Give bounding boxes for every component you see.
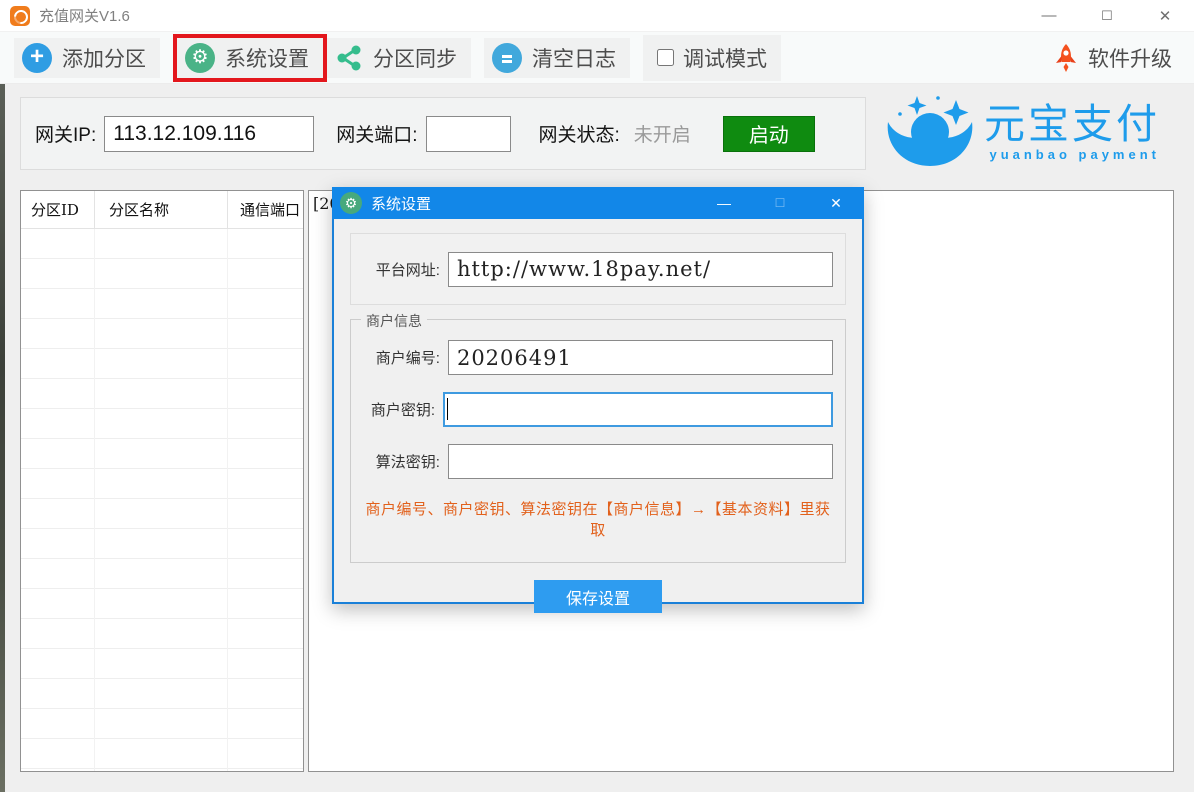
column-header-partition-name[interactable]: 分区名称 <box>94 191 227 228</box>
app-logo-icon <box>10 6 30 26</box>
merchant-id-input[interactable] <box>448 340 833 375</box>
platform-url-input[interactable] <box>448 252 833 287</box>
partition-sync-button[interactable]: 分区同步 <box>327 38 471 78</box>
dialog-title: 系统设置 <box>371 193 431 214</box>
platform-url-panel: 平台网址: <box>350 233 846 305</box>
gateway-port-input[interactable] <box>426 116 511 152</box>
brand-logo: 元宝支付 yuanbao payment <box>882 94 1160 170</box>
rocket-icon <box>1053 43 1079 73</box>
dialog-titlebar: ⚙ 系统设置 — ☐ ✕ <box>332 187 864 219</box>
add-partition-button[interactable]: + 添加分区 <box>14 38 160 78</box>
text-caret <box>447 398 448 420</box>
merchant-key-input[interactable] <box>443 392 833 427</box>
algo-key-label: 算法密钥: <box>363 451 440 472</box>
partition-sync-label: 分区同步 <box>373 43 457 73</box>
dialog-body: 平台网址: 商户信息 商户编号: 商户密钥: 算法密钥: 商户编号、商户密钥、算… <box>332 219 864 604</box>
red-highlight-rectangle: ⚙ 系统设置 <box>173 34 327 82</box>
system-settings-dialog: ⚙ 系统设置 — ☐ ✕ 平台网址: 商户信息 商户编号: 商户密钥: <box>332 187 864 604</box>
gear-icon: ⚙ <box>185 43 215 73</box>
dialog-gear-icon: ⚙ <box>340 192 362 214</box>
platform-url-label: 平台网址: <box>363 259 440 280</box>
merchant-id-label: 商户编号: <box>363 347 440 368</box>
close-icon[interactable]: ✕ <box>1136 0 1194 32</box>
merchant-info-group-title: 商户信息 <box>361 311 427 331</box>
dialog-maximize-icon[interactable]: ☐ <box>752 187 808 219</box>
dialog-minimize-icon[interactable]: — <box>696 187 752 219</box>
toolbar: + 添加分区 ⚙ 系统设置 分区同步 清空日志 调试模式 <box>0 32 1194 84</box>
save-settings-button[interactable]: 保存设置 <box>534 580 662 613</box>
window-titlebar: 充值网关V1.6 — ☐ ✕ <box>0 0 1194 32</box>
algo-key-input[interactable] <box>448 444 833 479</box>
start-button[interactable]: 启动 <box>723 116 815 152</box>
software-upgrade-button[interactable]: 软件升级 <box>1045 38 1180 78</box>
gateway-status-value: 未开启 <box>634 120 691 147</box>
gateway-panel: 网关IP: 网关端口: 网关状态: 未开启 启动 <box>20 97 866 170</box>
logo-title: 元宝支付 <box>984 102 1160 147</box>
credentials-hint-text: 商户编号、商户密钥、算法密钥在【商户信息】→【基本资料】里获取 <box>363 496 833 550</box>
partition-table-header: 分区ID 分区名称 通信端口 <box>21 191 303 229</box>
clear-log-button[interactable]: 清空日志 <box>484 38 630 78</box>
clear-log-label: 清空日志 <box>532 43 616 73</box>
share-icon <box>335 44 363 72</box>
document-icon <box>492 43 522 73</box>
gateway-ip-label: 网关IP: <box>35 120 96 147</box>
column-header-comm-port[interactable]: 通信端口 <box>227 191 303 228</box>
logo-subtitle: yuanbao payment <box>989 147 1160 162</box>
column-header-partition-id[interactable]: 分区ID <box>21 199 94 220</box>
window-controls: — ☐ ✕ <box>1020 0 1194 32</box>
merchant-info-groupbox: 商户信息 商户编号: 商户密钥: 算法密钥: 商户编号、商户密钥、算法密钥在【商… <box>350 319 846 563</box>
plus-icon: + <box>22 43 52 73</box>
debug-mode-toggle[interactable]: 调试模式 <box>643 35 781 81</box>
dialog-controls: — ☐ ✕ <box>696 187 864 219</box>
gateway-status-label: 网关状态: <box>539 120 620 147</box>
software-upgrade-label: 软件升级 <box>1088 43 1172 73</box>
window-title: 充值网关V1.6 <box>39 5 130 26</box>
debug-mode-label: 调试模式 <box>683 43 767 73</box>
system-settings-button[interactable]: ⚙ 系统设置 <box>177 38 323 78</box>
yuanbao-ingot-icon <box>882 94 978 170</box>
add-partition-label: 添加分区 <box>62 43 146 73</box>
partition-table-body[interactable] <box>21 229 303 771</box>
merchant-key-label: 商户密钥: <box>363 399 435 420</box>
system-settings-label: 系统设置 <box>225 43 309 73</box>
desktop-background-sliver <box>0 84 5 792</box>
minimize-icon[interactable]: — <box>1020 0 1078 32</box>
maximize-icon[interactable]: ☐ <box>1078 0 1136 32</box>
partition-table[interactable]: 分区ID 分区名称 通信端口 <box>20 190 304 772</box>
gateway-ip-input[interactable] <box>104 116 314 152</box>
debug-mode-checkbox[interactable] <box>657 49 674 66</box>
dialog-close-icon[interactable]: ✕ <box>808 187 864 219</box>
gateway-port-label: 网关端口: <box>336 120 417 147</box>
